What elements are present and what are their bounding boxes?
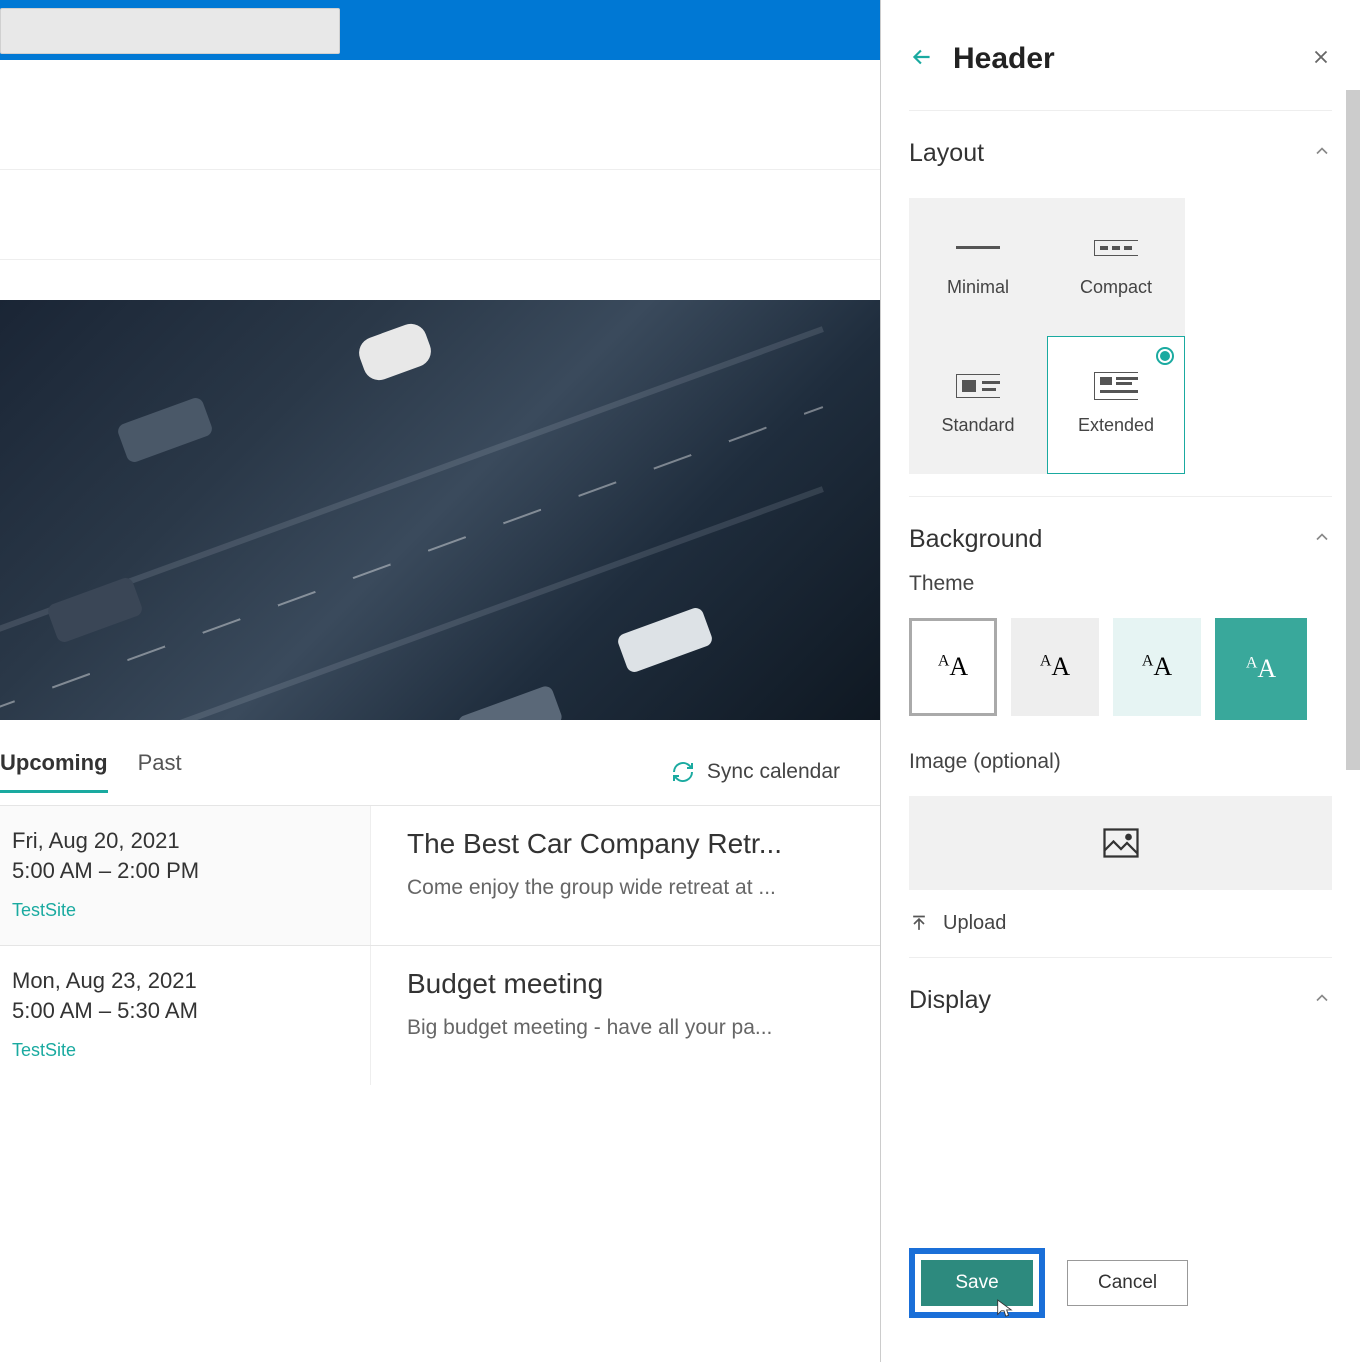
theme-aa-icon: AA	[1246, 654, 1276, 684]
section-background: Background Theme AA AA AA AA Image (opti…	[909, 496, 1332, 957]
section-title-background: Background	[909, 525, 1042, 554]
chevron-up-icon	[1312, 527, 1332, 552]
theme-option-light[interactable]: AA	[909, 618, 997, 716]
event-time: 5:00 AM – 2:00 PM	[12, 858, 370, 884]
title-area	[0, 170, 880, 260]
back-button[interactable]	[909, 44, 935, 75]
section-header-layout[interactable]: Layout	[909, 139, 1332, 168]
image-icon	[1103, 828, 1139, 858]
upload-icon	[909, 913, 929, 935]
theme-option-soft[interactable]: AA	[1113, 618, 1201, 716]
layout-option-standard[interactable]: Standard	[909, 336, 1047, 474]
section-title-layout: Layout	[909, 139, 984, 168]
upload-button[interactable]: Upload	[909, 912, 1332, 935]
theme-option-strong[interactable]: AA	[1215, 618, 1307, 720]
layout-option-extended[interactable]: Extended	[1047, 336, 1185, 474]
event-date: Fri, Aug 20, 2021	[12, 828, 370, 854]
layout-minimal-icon	[956, 237, 1000, 259]
sync-icon	[671, 760, 695, 784]
section-header-background[interactable]: Background	[909, 525, 1332, 554]
sync-label: Sync calendar	[707, 760, 840, 784]
scrollbar[interactable]	[1346, 90, 1360, 770]
sync-calendar-button[interactable]: Sync calendar	[671, 760, 840, 784]
event-row[interactable]: Fri, Aug 20, 2021 5:00 AM – 2:00 PM Test…	[0, 805, 880, 945]
layout-label: Compact	[1080, 277, 1152, 298]
theme-aa-icon: AA	[938, 652, 968, 682]
panel-title: Header	[953, 42, 1310, 76]
event-title: Budget meeting	[407, 968, 860, 1000]
header-hero-image	[0, 300, 880, 720]
tab-past[interactable]: Past	[138, 750, 182, 793]
section-layout: Layout Minimal Compact Standard	[909, 110, 1332, 496]
event-desc: Big budget meeting - have all your pa...	[407, 1016, 860, 1040]
chevron-up-icon	[1312, 141, 1332, 166]
layout-label: Extended	[1078, 415, 1154, 436]
theme-aa-icon: AA	[1040, 652, 1070, 682]
ribbon-area	[0, 60, 880, 170]
image-picker[interactable]	[909, 796, 1332, 890]
layout-compact-icon	[1094, 237, 1138, 259]
section-display: Display	[909, 957, 1332, 1037]
search-input[interactable]	[0, 8, 340, 54]
selected-indicator-icon	[1156, 347, 1174, 365]
layout-option-compact[interactable]: Compact	[1047, 198, 1185, 336]
event-site: TestSite	[12, 900, 370, 921]
save-button[interactable]: Save	[921, 1260, 1033, 1306]
layout-extended-icon	[1094, 375, 1138, 397]
tab-upcoming[interactable]: Upcoming	[0, 750, 108, 793]
event-tabs: Upcoming Past	[0, 750, 182, 793]
cursor-icon	[995, 1298, 1013, 1320]
arrow-left-icon	[909, 44, 935, 70]
cancel-button[interactable]: Cancel	[1067, 1260, 1188, 1306]
header-settings-panel: Header Layout Minimal Compact	[880, 0, 1360, 1362]
chevron-up-icon	[1312, 988, 1332, 1013]
layout-option-minimal[interactable]: Minimal	[909, 198, 1047, 336]
save-label: Save	[955, 1272, 998, 1294]
event-site: TestSite	[12, 1040, 370, 1061]
theme-label: Theme	[909, 572, 1332, 596]
event-desc: Come enjoy the group wide retreat at ...	[407, 876, 860, 900]
event-row[interactable]: Mon, Aug 23, 2021 5:00 AM – 5:30 AM Test…	[0, 945, 880, 1085]
layout-standard-icon	[956, 375, 1000, 397]
event-date: Mon, Aug 23, 2021	[12, 968, 370, 994]
close-icon	[1310, 46, 1332, 68]
save-button-highlight: Save	[909, 1248, 1045, 1318]
layout-label: Minimal	[947, 277, 1009, 298]
theme-aa-icon: AA	[1142, 652, 1172, 682]
layout-label: Standard	[941, 415, 1014, 436]
section-header-display[interactable]: Display	[909, 986, 1332, 1015]
section-title-display: Display	[909, 986, 991, 1015]
event-time: 5:00 AM – 5:30 AM	[12, 998, 370, 1024]
upload-label: Upload	[943, 912, 1006, 935]
theme-option-neutral[interactable]: AA	[1011, 618, 1099, 716]
event-title: The Best Car Company Retr...	[407, 828, 860, 860]
close-button[interactable]	[1310, 44, 1332, 75]
app-title-bar	[0, 0, 880, 60]
image-label: Image (optional)	[909, 750, 1332, 774]
